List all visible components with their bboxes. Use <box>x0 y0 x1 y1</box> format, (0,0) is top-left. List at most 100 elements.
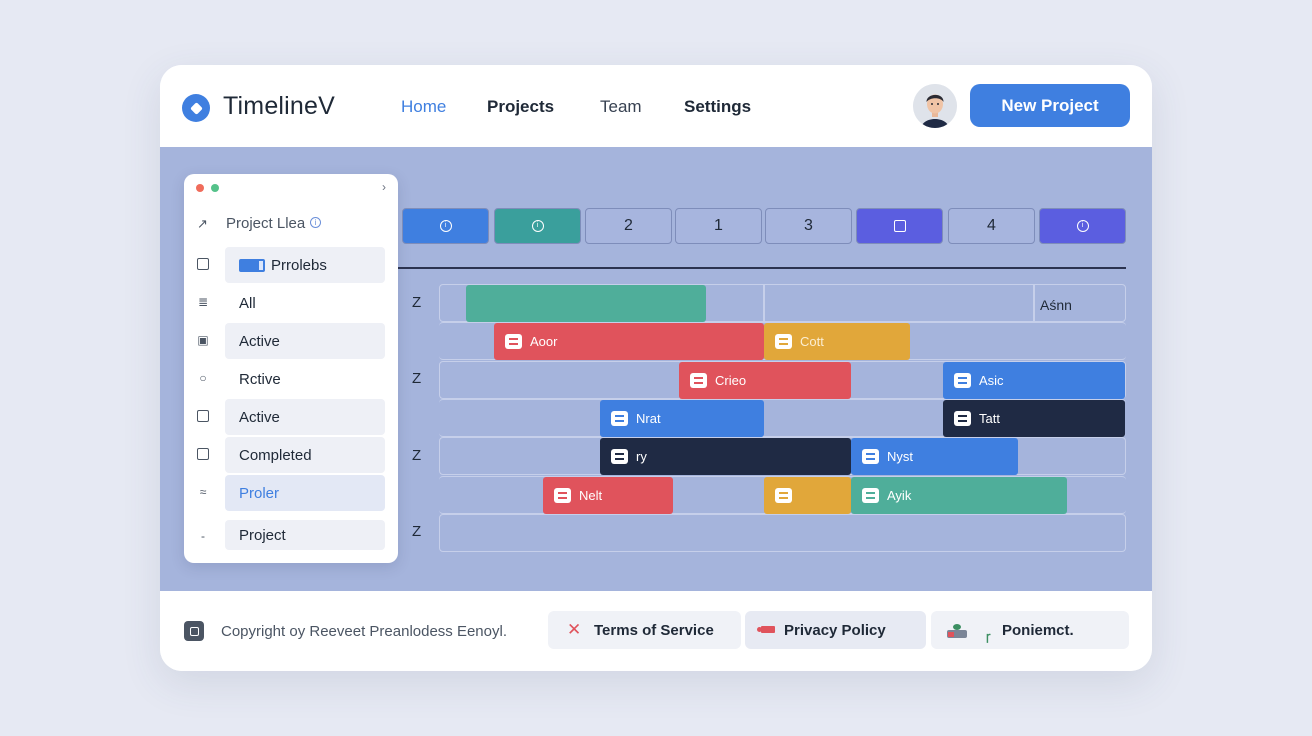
nav-team[interactable]: Team <box>600 97 642 117</box>
task-icon <box>611 411 628 426</box>
user-avatar[interactable] <box>913 84 957 128</box>
panel-thumbnail-icon <box>239 258 265 272</box>
dash-icon: - <box>201 529 205 543</box>
logo-icon <box>182 94 210 122</box>
phase-marker-5[interactable]: 3 <box>765 208 852 244</box>
terms-label: Terms of Service <box>594 621 714 639</box>
circle-icon: i <box>1076 220 1089 232</box>
trend-arrow-icon: ↗ <box>197 216 208 231</box>
task-bar[interactable]: Crieo <box>679 362 851 399</box>
footer-more-label: Poniemct. <box>1002 621 1074 639</box>
task-bar-green[interactable] <box>466 285 706 322</box>
task-icon <box>862 449 879 464</box>
lane-label: Z <box>412 447 422 464</box>
task-icon <box>775 334 792 349</box>
panel-item-label: All <box>239 294 256 312</box>
phase-marker-8[interactable]: i <box>1039 208 1126 244</box>
gridline <box>1033 284 1035 322</box>
panel-item-label: Completed <box>239 446 312 464</box>
task-icon <box>954 373 971 388</box>
avatar-image <box>913 84 957 128</box>
task-label: Asic <box>979 373 1004 388</box>
phase-marker-4[interactable]: 1 <box>675 208 762 244</box>
new-project-button[interactable]: New Project <box>970 84 1130 127</box>
task-icon <box>775 488 792 503</box>
task-bar[interactable]: ry <box>600 438 851 475</box>
privacy-policy-link[interactable]: Privacy Policy <box>745 611 926 649</box>
lane-label: Z <box>412 294 422 311</box>
task-bar[interactable]: Asic <box>943 362 1125 399</box>
lane-label: Z <box>412 370 422 387</box>
task-bar[interactable]: Ayik <box>851 477 1067 514</box>
gridline <box>763 284 765 322</box>
project-filter-panel: › ↗ Project Llea i Prrolebs ≣ All ▣ Acti… <box>184 174 398 563</box>
task-bar[interactable] <box>764 477 851 514</box>
panel-item-all[interactable]: ≣ All <box>184 284 398 321</box>
panel-item-active-2[interactable]: Active <box>184 398 398 435</box>
square-icon <box>893 220 906 232</box>
list-icon: ≣ <box>197 295 209 309</box>
task-bar[interactable]: Nrat <box>600 400 764 437</box>
chevrons-icon: ≈ <box>199 485 207 499</box>
circle-icon: i <box>531 220 544 232</box>
chevron-right-icon[interactable]: › <box>382 180 386 194</box>
panel-item-label: Prrolebs <box>271 256 327 274</box>
task-icon <box>505 334 522 349</box>
task-label: ry <box>636 449 647 464</box>
phase-marker-2[interactable]: i <box>494 208 581 244</box>
nav-projects[interactable]: Projects <box>487 97 554 117</box>
square-icon <box>197 448 209 460</box>
timeline-divider <box>398 267 1126 269</box>
task-icon <box>611 449 628 464</box>
panel-item-prrolebs[interactable]: Prrolebs <box>184 246 398 283</box>
panel-item-proler[interactable]: ≈ Proler <box>184 474 398 511</box>
panel-item-rctive[interactable]: ○ Rctive <box>184 360 398 397</box>
task-bar[interactable]: Cott <box>764 323 910 360</box>
task-label: Nelt <box>579 488 603 503</box>
square-icon <box>197 410 209 422</box>
panel-title: Project Llea <box>226 215 306 232</box>
close-dot-icon[interactable] <box>196 184 204 192</box>
task-icon <box>862 488 879 503</box>
task-label: Nrat <box>636 411 661 426</box>
phase-marker-3[interactable]: 2 <box>585 208 672 244</box>
circle-icon: i <box>439 220 452 232</box>
task-icon <box>954 411 971 426</box>
task-icon <box>554 488 571 503</box>
panel-item-label: Rctive <box>239 370 281 388</box>
panel-item-label: Proler <box>239 484 280 502</box>
nav-settings[interactable]: Settings <box>684 97 751 117</box>
phase-marker-7[interactable]: 4 <box>948 208 1035 244</box>
phase-marker-1[interactable]: i <box>402 208 489 244</box>
task-label: Crieo <box>715 373 747 388</box>
task-label: Tatt <box>979 411 1000 426</box>
task-bar[interactable]: Nyst <box>851 438 1018 475</box>
terms-of-service-link[interactable]: ✕ Terms of Service <box>548 611 741 649</box>
close-icon: ✕ <box>567 620 582 639</box>
panel-item-project[interactable]: - Project <box>184 518 398 555</box>
task-label: Ayik <box>887 488 912 503</box>
panel-item-completed[interactable]: Completed <box>184 436 398 473</box>
lane-label: Z <box>412 523 422 540</box>
main-content: › ↗ Project Llea i Prrolebs ≣ All ▣ Acti… <box>160 147 1152 591</box>
info-icon[interactable]: i <box>310 217 321 228</box>
copyright-text: Copyright oy Reeveet Preanlodess Eenoyl. <box>221 623 507 640</box>
app-title: TimelineV <box>223 92 336 120</box>
task-bar[interactable]: Nelt <box>543 477 673 514</box>
task-bar[interactable]: Tatt <box>943 400 1125 437</box>
footer-more-link[interactable]: ꞅ Poniemct. <box>931 611 1129 649</box>
phase-marker-6[interactable] <box>856 208 943 244</box>
task-label: Aoor <box>530 334 558 349</box>
task-bar[interactable]: Aoor <box>494 323 764 360</box>
key-icon <box>757 626 775 633</box>
assignee-label: Aśnn <box>1040 297 1072 313</box>
panel-item-label: Active <box>239 408 280 426</box>
app-window: TimelineV Home Projects Team Settings Ne… <box>160 65 1152 671</box>
maximize-dot-icon[interactable] <box>211 184 219 192</box>
nav-home[interactable]: Home <box>401 97 446 117</box>
privacy-label: Privacy Policy <box>784 621 886 639</box>
task-label: Cott <box>800 334 824 349</box>
app-badge-icon <box>184 621 204 641</box>
panel-item-active[interactable]: ▣ Active <box>184 322 398 359</box>
timeline-lane <box>439 514 1126 552</box>
